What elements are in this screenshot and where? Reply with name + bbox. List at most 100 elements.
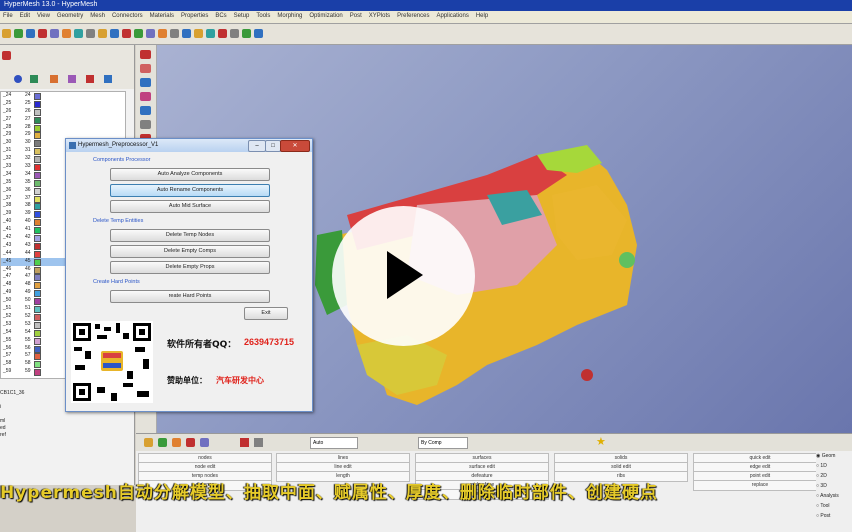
component-name: _32: [3, 155, 12, 162]
component-id: 28: [25, 123, 31, 130]
component-name: _29: [3, 131, 12, 138]
panel-radio-1[interactable]: ○ 1D: [816, 461, 852, 471]
auto-select-dropdown[interactable]: Auto: [310, 437, 358, 449]
menu-item-file[interactable]: File: [3, 13, 13, 19]
maximize-button[interactable]: □: [265, 140, 281, 152]
browser-refresh-icon[interactable]: [2, 51, 11, 60]
toolbar-tool-6-icon[interactable]: [74, 29, 83, 38]
component-id: 29: [25, 131, 31, 138]
section-delete: Delete Temp Entities: [93, 218, 144, 224]
component-row[interactable]: _25 25: [1, 100, 125, 108]
menu-item-optimization[interactable]: Optimization: [309, 13, 342, 19]
menu-item-properties[interactable]: Properties: [181, 13, 208, 19]
toolbar-tool-2-icon[interactable]: [26, 29, 35, 38]
mask-icon[interactable]: [158, 438, 167, 447]
delete-empty-props-button[interactable]: Delete Empty Props: [110, 261, 270, 274]
view-tool-5-icon[interactable]: [140, 120, 151, 129]
toolbar-tool-18-icon[interactable]: [218, 29, 227, 38]
auto-midsurface-button[interactable]: Auto Mid Surface: [110, 200, 270, 213]
component-id: 33: [25, 163, 31, 170]
menu-item-preferences[interactable]: Preferences: [397, 13, 429, 19]
exit-button[interactable]: Exit: [244, 307, 288, 320]
color-icon[interactable]: [68, 75, 76, 83]
toolbar-tool-4-icon[interactable]: [50, 29, 59, 38]
menu-item-geometry[interactable]: Geometry: [57, 13, 83, 19]
auto-rename-button[interactable]: Auto Rename Components: [110, 184, 270, 197]
isolate-icon[interactable]: [50, 75, 58, 83]
menu-item-xyplots[interactable]: XYPlots: [369, 13, 390, 19]
component-row[interactable]: _24 24: [1, 92, 125, 100]
component-row[interactable]: _26 26: [1, 108, 125, 116]
component-id: 54: [25, 328, 31, 335]
component-id: 41: [25, 226, 31, 233]
view-tool-3-icon[interactable]: [140, 92, 151, 101]
menu-item-morphing[interactable]: Morphing: [277, 13, 302, 19]
delete-temp-nodes-button[interactable]: Delete Temp Nodes: [110, 229, 270, 242]
shaded-icon[interactable]: [200, 438, 209, 447]
main-toolbar: [0, 24, 852, 45]
component-row[interactable]: _28 28: [1, 124, 125, 132]
toolbar-tool-10-icon[interactable]: [122, 29, 131, 38]
create-hard-points-button[interactable]: reate Hard Points: [110, 290, 270, 303]
component-name: _24: [3, 92, 12, 98]
delete-empty-comps-button[interactable]: Delete Empty Comps: [110, 245, 270, 258]
toolbar-tool-7-icon[interactable]: [86, 29, 95, 38]
auto-analyze-button[interactable]: Auto Analyze Components: [110, 168, 270, 181]
toolbar-tool-0-icon[interactable]: [2, 29, 11, 38]
menu-item-help[interactable]: Help: [476, 13, 488, 19]
menu-item-tools[interactable]: Tools: [256, 13, 270, 19]
toolbar-tool-20-icon[interactable]: [242, 29, 251, 38]
view-tool-1-icon[interactable]: [140, 64, 151, 73]
menu-item-mesh[interactable]: Mesh: [90, 13, 105, 19]
component-name: _36: [3, 186, 12, 193]
menu-item-bcs[interactable]: BCs: [215, 13, 226, 19]
view-tool-2-icon[interactable]: [140, 78, 151, 87]
toolbar-tool-14-icon[interactable]: [170, 29, 179, 38]
menu-item-connectors[interactable]: Connectors: [112, 13, 143, 19]
toolbar-tool-13-icon[interactable]: [158, 29, 167, 38]
entity-filter-icon[interactable]: [14, 75, 22, 83]
toolbar-tool-21-icon[interactable]: [254, 29, 263, 38]
by-comp-dropdown[interactable]: By Comp: [418, 437, 468, 449]
component-id: 55: [25, 336, 31, 343]
toolbar-tool-8-icon[interactable]: [98, 29, 107, 38]
toolbar-tool-15-icon[interactable]: [182, 29, 191, 38]
component-name: _38: [3, 202, 12, 209]
menu-item-view[interactable]: View: [37, 13, 50, 19]
toolbar-tool-12-icon[interactable]: [146, 29, 155, 38]
component-id: 27: [25, 115, 31, 122]
clear-icon[interactable]: [240, 438, 249, 447]
menu-item-applications[interactable]: Applications: [436, 13, 468, 19]
component-id: 38: [25, 202, 31, 209]
toolbar-tool-11-icon[interactable]: [134, 29, 143, 38]
component-row[interactable]: _27 27: [1, 116, 125, 124]
toolbar-tool-16-icon[interactable]: [194, 29, 203, 38]
panel-radio-6[interactable]: ○ Post: [816, 511, 852, 521]
menu-item-materials[interactable]: Materials: [150, 13, 174, 19]
find-icon[interactable]: [172, 438, 181, 447]
star-icon[interactable]: ★: [596, 437, 607, 448]
view-tool-0-icon[interactable]: [140, 50, 151, 59]
menu-item-setup[interactable]: Setup: [234, 13, 250, 19]
display-all-icon[interactable]: [30, 75, 38, 83]
sponsor-label: 赞助单位：: [167, 376, 207, 385]
close-button[interactable]: ✕: [280, 140, 310, 152]
component-color-swatch[interactable]: [34, 369, 41, 377]
delete-icon[interactable]: [86, 75, 94, 83]
delete-entity-icon[interactable]: [186, 438, 195, 447]
expand-icon[interactable]: [104, 75, 112, 83]
menu-item-post[interactable]: Post: [350, 13, 362, 19]
toolbar-tool-5-icon[interactable]: [62, 29, 71, 38]
minimize-button[interactable]: –: [248, 140, 266, 152]
toolbar-tool-17-icon[interactable]: [206, 29, 215, 38]
panel-radio-0[interactable]: ◉ Geom: [816, 451, 852, 461]
menu-item-edit[interactable]: Edit: [20, 13, 30, 19]
select-icon[interactable]: [144, 438, 153, 447]
view-tool-4-icon[interactable]: [140, 106, 151, 115]
toolbar-tool-1-icon[interactable]: [14, 29, 23, 38]
toolbar-tool-3-icon[interactable]: [38, 29, 47, 38]
video-play-button[interactable]: [332, 206, 475, 346]
toolbar-tool-9-icon[interactable]: [110, 29, 119, 38]
toolbar-tool-19-icon[interactable]: [230, 29, 239, 38]
wireframe-icon[interactable]: [254, 438, 263, 447]
